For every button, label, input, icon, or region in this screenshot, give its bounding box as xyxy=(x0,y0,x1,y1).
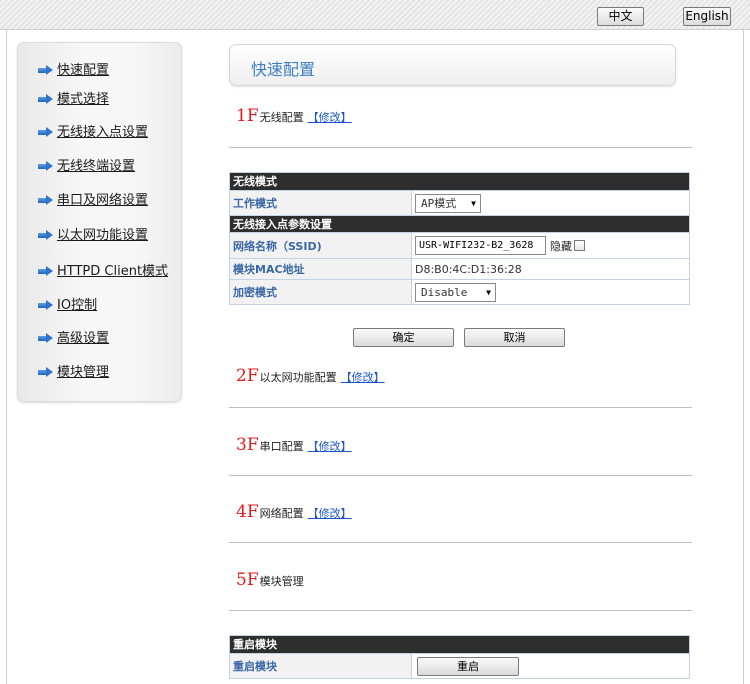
arrow-right-icon xyxy=(38,194,54,205)
section-divider xyxy=(229,147,692,148)
encryption-value: Disable xyxy=(421,285,468,299)
restart-button[interactable]: 重启 xyxy=(417,657,519,676)
wireless-modify-link[interactable]: 【修改】 xyxy=(308,109,352,125)
section-number: 5F xyxy=(236,570,259,590)
encryption-cell: Disable ▼ xyxy=(412,280,689,304)
section-divider xyxy=(229,610,692,611)
ap-params-header: 无线接入点参数设置 xyxy=(230,215,689,232)
frame-left-border xyxy=(6,30,7,684)
sidebar-item-ethernet[interactable]: 以太网功能设置 xyxy=(38,223,148,243)
work-mode-cell: AP模式 ▼ xyxy=(412,191,689,215)
ssid-cell: 隐藏 xyxy=(412,233,689,258)
section-divider xyxy=(229,542,692,543)
section-network: 4F 网络配置 【修改】 xyxy=(236,502,352,522)
restart-header: 重启模块 xyxy=(230,636,689,653)
sidebar-item-ap-settings[interactable]: 无线接入点设置 xyxy=(38,120,148,140)
sidebar-item-label[interactable]: 模块管理 xyxy=(57,361,109,380)
arrow-right-icon xyxy=(38,299,54,310)
section-divider xyxy=(229,475,692,476)
section-number: 1F xyxy=(236,106,259,126)
section-label: 串口配置 xyxy=(259,440,304,453)
sidebar-item-label[interactable]: 无线接入点设置 xyxy=(57,121,148,140)
sidebar: 快速配置 模式选择 无线接入点设置 无线终端设置 串口及网络设置 以太网功能设置… xyxy=(17,42,182,402)
page-title-box: 快速配置 xyxy=(229,44,676,86)
encryption-label: 加密模式 xyxy=(230,280,412,304)
restart-row-label: 重启模块 xyxy=(230,654,412,678)
section-label: 网络配置 xyxy=(259,507,304,520)
page-title: 快速配置 xyxy=(251,60,316,79)
arrow-right-icon xyxy=(38,332,54,343)
arrow-right-icon xyxy=(38,265,54,276)
sidebar-item-module-management[interactable]: 模块管理 xyxy=(38,360,109,380)
work-mode-value: AP模式 xyxy=(421,197,457,210)
network-modify-link[interactable]: 【修改】 xyxy=(308,505,352,521)
sidebar-item-httpd-client[interactable]: HTTPD Client模式 xyxy=(38,259,168,279)
encryption-select[interactable]: Disable ▼ xyxy=(415,282,496,302)
arrow-right-icon xyxy=(38,229,54,240)
ssid-row: 网络名称（SSID) 隐藏 xyxy=(230,232,689,258)
sidebar-item-label[interactable]: 以太网功能设置 xyxy=(57,224,148,243)
section-number: 3F xyxy=(236,435,259,455)
top-bar: 中文 English xyxy=(0,0,750,30)
ssid-input[interactable] xyxy=(415,236,546,255)
ssid-label: 网络名称（SSID) xyxy=(230,233,412,258)
sidebar-item-mode-select[interactable]: 模式选择 xyxy=(38,87,109,107)
section-divider xyxy=(229,407,692,408)
section-module: 5F 模块管理 xyxy=(236,570,304,590)
chinese-language-button[interactable]: 中文 xyxy=(597,7,644,26)
section-label: 模块管理 xyxy=(259,575,304,588)
sidebar-item-advanced[interactable]: 高级设置 xyxy=(38,326,109,346)
work-mode-select[interactable]: AP模式 ▼ xyxy=(415,193,481,213)
sidebar-item-sta-settings[interactable]: 无线终端设置 xyxy=(38,154,135,174)
encryption-row: 加密模式 Disable ▼ xyxy=(230,279,689,304)
mac-label: 模块MAC地址 xyxy=(230,259,412,279)
arrow-right-icon xyxy=(38,160,54,171)
dropdown-arrow-icon: ▼ xyxy=(471,198,476,208)
cancel-button[interactable]: 取消 xyxy=(464,328,565,347)
confirm-button[interactable]: 确定 xyxy=(353,328,454,347)
sidebar-item-label[interactable]: 串口及网络设置 xyxy=(57,189,148,208)
sidebar-item-label[interactable]: HTTPD Client模式 xyxy=(57,260,168,279)
mac-value: D8:B0:4C:D1:36:28 xyxy=(415,262,522,276)
wireless-mode-header: 无线模式 xyxy=(230,173,689,190)
sidebar-item-label[interactable]: IO控制 xyxy=(57,294,97,313)
arrow-right-icon xyxy=(38,126,54,137)
section-label: 无线配置 xyxy=(259,111,304,124)
section-number: 2F xyxy=(236,366,259,386)
sidebar-item-serial-network[interactable]: 串口及网络设置 xyxy=(38,188,148,208)
sidebar-item-label[interactable]: 快速配置 xyxy=(57,59,109,78)
section-wireless: 1F 无线配置 【修改】 xyxy=(236,106,352,126)
arrow-right-icon xyxy=(38,366,54,377)
section-serial: 3F 串口配置 【修改】 xyxy=(236,435,352,455)
sidebar-item-label[interactable]: 高级设置 xyxy=(57,327,109,346)
sidebar-item-label[interactable]: 模式选择 xyxy=(57,88,109,107)
frame-right-border xyxy=(743,30,744,684)
english-language-button[interactable]: English xyxy=(683,7,731,26)
section-label: 以太网功能配置 xyxy=(259,371,337,384)
sidebar-item-quick-config[interactable]: 快速配置 xyxy=(38,58,109,78)
work-mode-row: 工作模式 AP模式 ▼ xyxy=(230,190,689,215)
hide-ssid-checkbox[interactable] xyxy=(574,240,585,251)
work-mode-label: 工作模式 xyxy=(230,191,412,215)
section-number: 4F xyxy=(236,502,259,522)
sidebar-item-io-control[interactable]: IO控制 xyxy=(38,293,97,313)
ethernet-modify-link[interactable]: 【修改】 xyxy=(341,369,385,385)
mac-row: 模块MAC地址 D8:B0:4C:D1:36:28 xyxy=(230,258,689,279)
sidebar-item-label[interactable]: 无线终端设置 xyxy=(57,155,135,174)
hide-ssid-label: 隐藏 xyxy=(550,239,572,253)
arrow-right-icon xyxy=(38,93,54,104)
section-ethernet: 2F 以太网功能配置 【修改】 xyxy=(236,366,385,386)
wireless-config-table: 无线模式 工作模式 AP模式 ▼ 无线接入点参数设置 网络名称（SSID) 隐藏… xyxy=(229,172,690,305)
arrow-right-icon xyxy=(38,64,54,75)
dropdown-arrow-icon: ▼ xyxy=(486,287,491,297)
serial-modify-link[interactable]: 【修改】 xyxy=(308,438,352,454)
